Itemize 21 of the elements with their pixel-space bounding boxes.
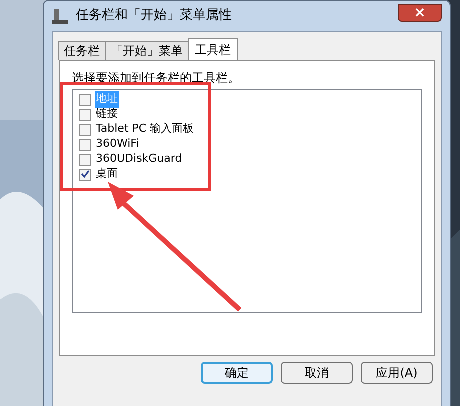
list-item[interactable]: 360UDiskGuard: [95, 151, 184, 168]
checkbox[interactable]: [79, 154, 91, 166]
taskbar-icon: [52, 8, 68, 24]
window-title: 任务栏和「开始」菜单属性: [76, 7, 232, 26]
checkbox[interactable]: [79, 124, 91, 136]
tab[interactable]: 「开始」菜单: [105, 41, 189, 60]
checkbox[interactable]: [79, 138, 91, 150]
dialog-button[interactable]: 取消: [281, 362, 353, 384]
checkbox[interactable]: [79, 108, 91, 120]
tab[interactable]: 任务栏: [58, 41, 106, 60]
checkbox[interactable]: [79, 168, 91, 180]
tab[interactable]: 工具栏: [188, 38, 238, 60]
list-item[interactable]: Tablet PC 输入面板: [95, 121, 196, 138]
checkbox[interactable]: [79, 94, 91, 106]
checkmark-icon: [80, 170, 90, 179]
list-item[interactable]: 桌面: [95, 166, 119, 183]
dialog-button[interactable]: 确定: [201, 362, 273, 384]
list-item[interactable]: 链接: [95, 106, 119, 123]
close-button[interactable]: ×: [398, 4, 442, 22]
list-item[interactable]: 360WiFi: [95, 136, 140, 153]
dialog-button[interactable]: 应用(A): [361, 362, 433, 384]
